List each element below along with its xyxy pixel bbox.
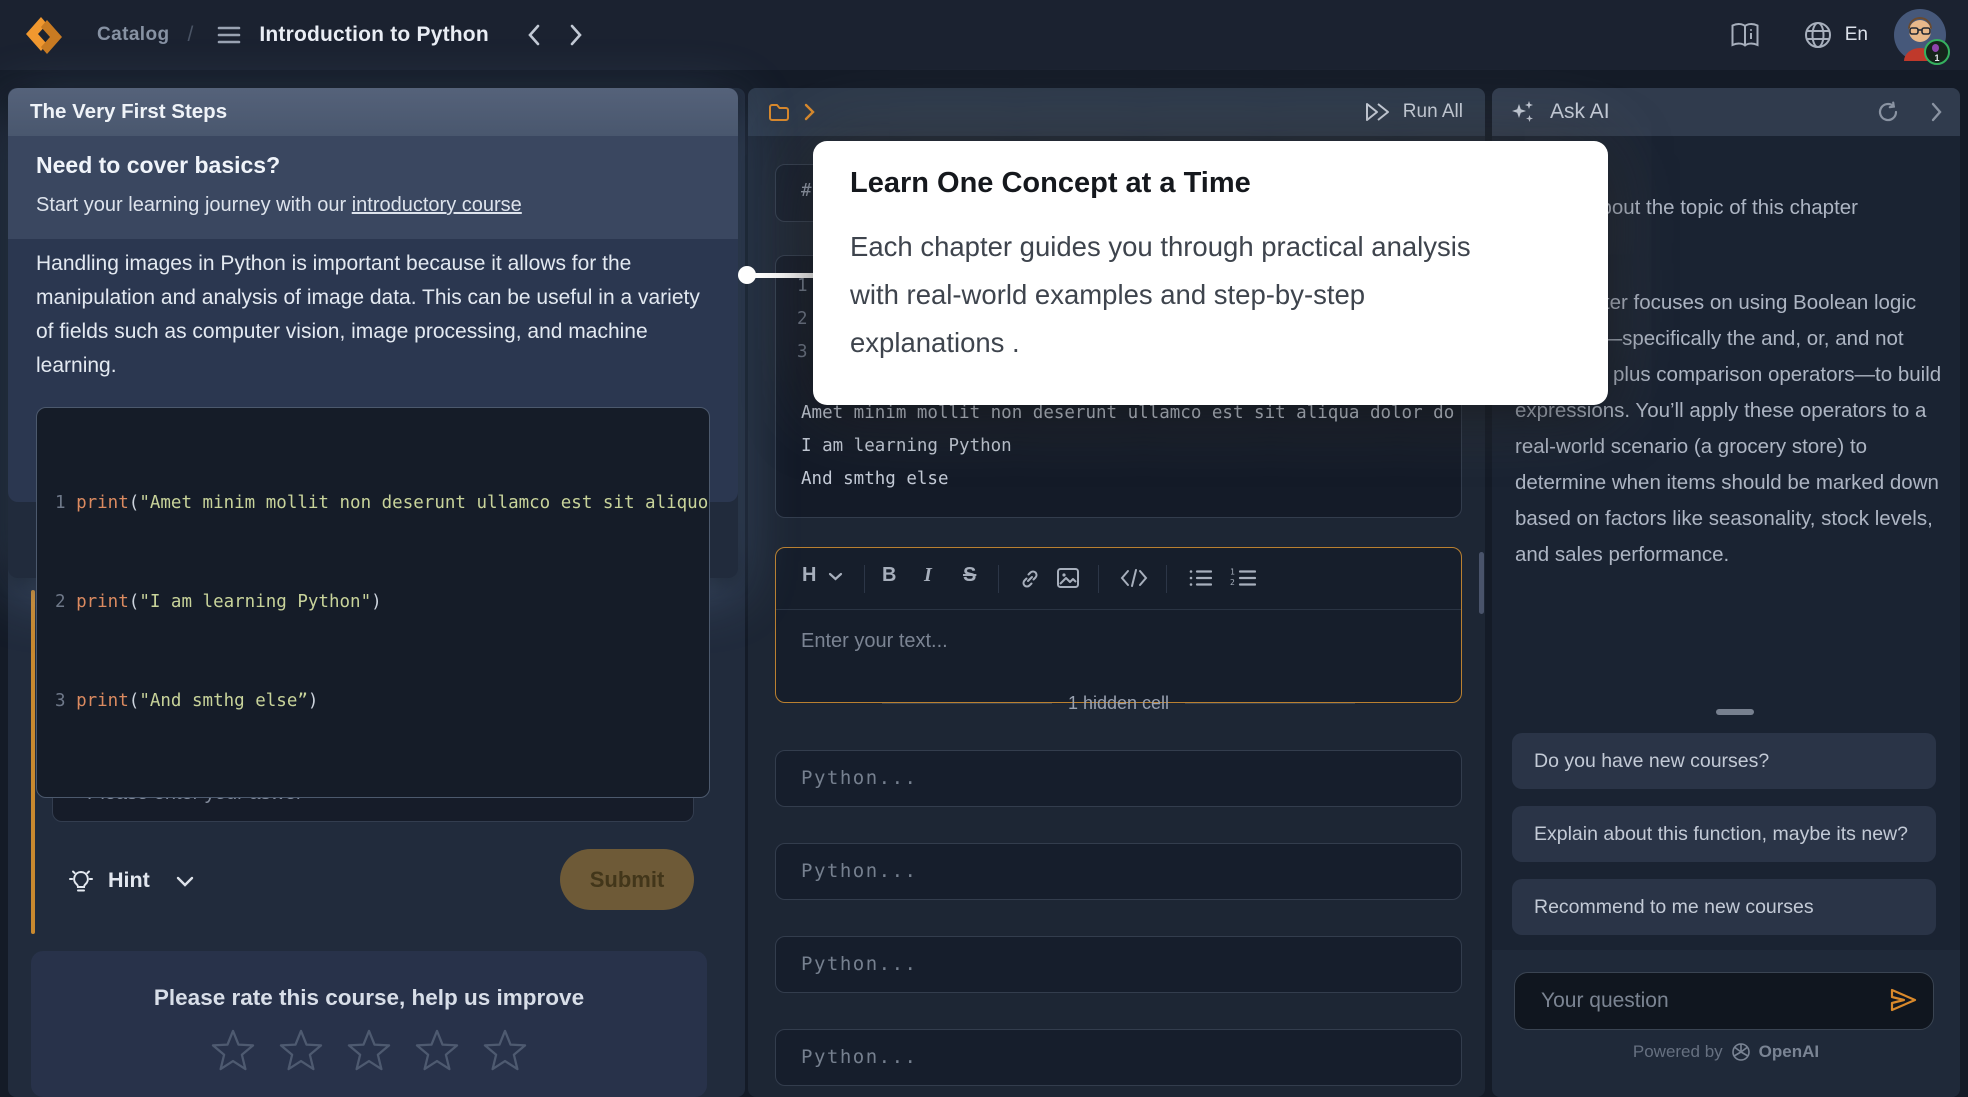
rating-card: Please rate this course, help us improve <box>31 951 707 1097</box>
suggestion-chip[interactable]: Do you have new courses? <box>1512 733 1936 789</box>
strikethrough-icon[interactable]: S <box>963 564 976 587</box>
ask-ai-footer: Powered by OpenAI <box>1492 950 1960 1097</box>
ask-ai-title: Ask AI <box>1550 100 1610 124</box>
openai-logo-icon <box>1731 1042 1751 1062</box>
page-title: Introduction to Python <box>259 23 489 47</box>
hidden-cell-divider[interactable]: 1 hidden cell <box>775 693 1462 714</box>
star-icon[interactable] <box>347 1029 391 1071</box>
breadcrumb-catalog[interactable]: Catalog <box>97 24 169 46</box>
toolbar-divider <box>776 609 1461 610</box>
collapse-panel-icon[interactable] <box>1930 102 1942 122</box>
bullet-list-icon[interactable] <box>1188 568 1212 588</box>
svg-text:2: 2 <box>1230 578 1235 587</box>
tour-connector-dot <box>738 266 756 284</box>
image-icon[interactable] <box>1056 567 1080 589</box>
run-all-icon[interactable] <box>1363 100 1393 124</box>
language-selector[interactable]: En <box>1845 24 1868 46</box>
tooltip-title: Learn One Concept at a Time <box>850 167 1251 200</box>
rating-title: Please rate this course, help us improve <box>31 985 707 1011</box>
ask-ai-header: Ask AI <box>1492 88 1960 136</box>
notebook-header: Run All <box>748 88 1485 136</box>
basics-text: Start your learning journey with our <box>36 194 352 216</box>
lesson-paragraph: Handling images in Python is important b… <box>36 247 714 383</box>
achievement-badge: 1 <box>1924 39 1950 65</box>
text-editor-cell[interactable]: H B I S <box>775 547 1462 703</box>
heading-chevron-down-icon[interactable] <box>828 572 843 581</box>
basics-title: Need to cover basics? <box>36 152 710 179</box>
divider-line <box>1185 703 1355 704</box>
powered-by-label: Powered by <box>1633 1042 1723 1062</box>
bold-icon[interactable]: B <box>882 564 896 587</box>
rating-stars <box>31 1029 707 1071</box>
docs-book-icon[interactable] <box>1729 21 1761 49</box>
star-icon[interactable] <box>211 1029 255 1071</box>
output-line: And smthg else <box>801 469 949 489</box>
hint-chevron-down-icon[interactable] <box>176 876 194 887</box>
chapters-list-icon[interactable] <box>217 25 241 45</box>
python-cell[interactable]: Python... <box>775 936 1462 993</box>
code-line: 3 print("And smthg else”) <box>55 685 691 718</box>
code-line: 2 print("I am learning Python") <box>55 586 691 619</box>
task-accent-border <box>31 590 35 934</box>
python-cell-placeholder: Python... <box>801 1046 917 1068</box>
app-logo-icon[interactable] <box>21 12 67 58</box>
notebook-scrollbar[interactable] <box>1479 552 1484 614</box>
question-input[interactable] <box>1514 972 1934 1030</box>
editor-placeholder[interactable]: Enter your text... <box>801 630 948 653</box>
code-icon[interactable] <box>1120 568 1148 588</box>
star-icon[interactable] <box>415 1029 459 1071</box>
powered-by-row: Powered by OpenAI <box>1492 1042 1960 1062</box>
python-cell[interactable]: Python... <box>775 843 1462 900</box>
svg-text:1: 1 <box>1230 568 1235 577</box>
avatar[interactable]: 1 <box>1894 9 1946 61</box>
divider-line <box>882 703 1052 704</box>
globe-icon[interactable] <box>1803 20 1833 50</box>
star-icon[interactable] <box>483 1029 527 1071</box>
heading-icon[interactable]: H <box>802 564 816 587</box>
python-cell-placeholder: Python... <box>801 767 917 789</box>
next-chapter-icon[interactable] <box>569 24 583 46</box>
breadcrumb-separator: / <box>187 23 193 47</box>
hidden-cell-label: 1 hidden cell <box>1068 693 1169 714</box>
italic-icon[interactable]: I <box>924 564 932 587</box>
openai-brand: OpenAI <box>1759 1042 1819 1062</box>
star-icon[interactable] <box>279 1029 323 1071</box>
hint-bulb-icon <box>66 866 96 896</box>
expand-chevron-icon[interactable] <box>804 103 815 121</box>
lesson-card-header: The Very First Steps <box>8 88 738 136</box>
output-line: Amet minim mollit non deserunt ullamco e… <box>801 403 1454 423</box>
lesson-code-block: 1 print("Amet minim mollit non deserunt … <box>36 407 710 798</box>
lesson-overlay-card: The Very First Steps Need to cover basic… <box>8 88 738 578</box>
link-icon[interactable] <box>1018 567 1042 591</box>
sparkles-icon <box>1510 99 1536 125</box>
ordered-list-icon[interactable]: 1 2 <box>1230 568 1256 588</box>
python-cell[interactable]: Python... <box>775 1029 1462 1086</box>
top-bar: Catalog / Introduction to Python <box>0 0 1968 70</box>
lesson-body: Handling images in Python is important b… <box>8 239 738 502</box>
introductory-course-link[interactable]: introductory course <box>352 194 522 216</box>
tooltip-body: Each chapter guides you through practica… <box>850 223 1515 367</box>
python-cell-placeholder: Python... <box>801 953 917 975</box>
suggestion-chip[interactable]: Explain about this function, maybe its n… <box>1512 806 1936 862</box>
drag-handle[interactable] <box>1716 709 1754 715</box>
reset-chat-icon[interactable] <box>1876 100 1900 124</box>
output-line: I am learning Python <box>801 436 1012 456</box>
submit-button[interactable]: Submit <box>560 849 694 910</box>
python-cell-placeholder: Python... <box>801 860 917 882</box>
prev-chapter-icon[interactable] <box>527 24 541 46</box>
app-window: Catalog / Introduction to Python <box>0 0 1968 1097</box>
suggestion-chip[interactable]: Recommend to me new courses <box>1512 879 1936 935</box>
basics-banner: Need to cover basics? Start your learnin… <box>8 136 738 239</box>
run-all-button[interactable]: Run All <box>1403 101 1463 123</box>
hint-button[interactable]: Hint <box>108 868 150 893</box>
python-cell[interactable]: Python... <box>775 750 1462 807</box>
send-icon[interactable] <box>1888 986 1918 1014</box>
tour-connector-line <box>747 273 819 278</box>
tour-tooltip: Learn One Concept at a Time Each chapter… <box>813 141 1608 405</box>
folder-icon[interactable] <box>768 102 790 122</box>
code-line: 1 print("Amet minim mollit non deserunt … <box>55 487 691 520</box>
